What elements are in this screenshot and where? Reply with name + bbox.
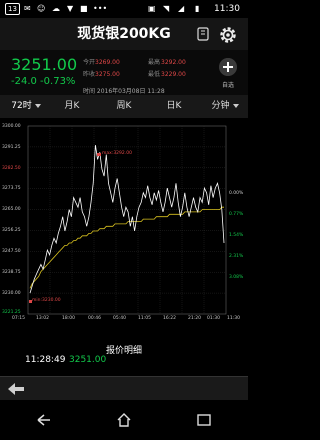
battery-icon: ▮	[195, 4, 200, 13]
title-bar: 现货银200KG	[0, 18, 248, 50]
y-tick: 3247.50	[2, 249, 21, 254]
x-tick: 21:20	[188, 316, 201, 321]
chart-canvas	[27, 125, 227, 315]
open-label: 今开	[83, 59, 96, 66]
detail-time: 11:28:49	[25, 355, 66, 365]
tab-day-k[interactable]: 日K	[156, 95, 192, 118]
nfc-icon: ▣	[148, 4, 156, 13]
y-tick: 3238.75	[2, 270, 21, 275]
open-value: 3269.00	[95, 59, 120, 66]
tab-week-k[interactable]: 周K	[106, 95, 142, 118]
x-tick: 00:46	[88, 316, 101, 321]
more-icon: •••	[93, 4, 108, 13]
y-tick: 3291.25	[2, 145, 21, 150]
high-label: 最高	[148, 59, 161, 66]
price-line	[29, 145, 225, 294]
weather-icon: ☁	[52, 4, 60, 13]
gear-icon[interactable]	[218, 25, 238, 45]
y-right-tick: 0.00%	[229, 191, 244, 196]
y-right-tick: 2.31%	[229, 254, 244, 259]
email-icon: ✉	[24, 4, 31, 13]
price-chart[interactable]: 3300.00 3291.25 3282.50 3273.75 3265.00 …	[0, 118, 248, 328]
prev-close-label: 昨收	[83, 71, 96, 78]
tab-minute[interactable]: 分钟	[204, 95, 246, 118]
app-icon: ■	[80, 4, 88, 13]
x-tick: 16:22	[163, 316, 176, 321]
wifi-icon: ◥	[163, 4, 170, 13]
y-tick: 3300.00	[2, 124, 21, 129]
x-tick: 13:02	[36, 316, 49, 321]
high-marker-label: max:3292.00	[102, 151, 132, 156]
tab-72h[interactable]: 72时	[4, 95, 48, 118]
tab-label: 分钟	[211, 101, 230, 111]
y-tick: 3230.00	[2, 291, 21, 296]
download-icon: ▼	[67, 4, 74, 13]
detail-price: 3251.00	[69, 355, 107, 365]
add-watchlist-label[interactable]: 自选	[215, 80, 241, 89]
system-nav-bar	[0, 400, 248, 440]
rotate-screen-icon[interactable]	[196, 27, 210, 41]
current-price: 3251.00	[11, 55, 78, 74]
x-tick: 01:30	[207, 316, 220, 321]
nav-recents-icon[interactable]	[196, 413, 212, 427]
y-right-tick: 0.77%	[229, 212, 244, 217]
average-line	[29, 206, 224, 289]
page-title: 现货银200KG	[77, 26, 171, 42]
period-tabs: 72时 月K 周K 日K 分钟	[0, 95, 248, 119]
low-value: 3229.00	[161, 71, 186, 78]
back-arrow-icon[interactable]	[8, 383, 24, 395]
bottom-bar	[0, 376, 248, 401]
chevron-down-icon	[34, 103, 41, 108]
x-tick: 18:00	[62, 316, 75, 321]
nav-back-icon[interactable]	[36, 413, 52, 427]
chat-icon: ☺	[37, 4, 46, 13]
y-right-tick: 1.54%	[229, 233, 244, 238]
high-marker-dot	[97, 153, 101, 156]
status-bar: 13 ✉ ☺ ☁ ▼ ■ ••• ▣ ◥ ◢ ▮ 11:30	[0, 0, 248, 18]
add-icon[interactable]	[219, 58, 237, 76]
chevron-down-icon	[232, 103, 239, 108]
x-tick: 07:15	[12, 316, 25, 321]
notification-badge: 13	[5, 3, 20, 15]
low-marker-label: min:3230.00	[32, 298, 61, 303]
high-value: 3292.00	[161, 59, 186, 66]
tab-label: 72时	[11, 101, 32, 111]
x-tick: 11:30	[227, 316, 240, 321]
tab-month-k[interactable]: 月K	[54, 95, 90, 118]
clock: 11:30	[214, 4, 240, 14]
x-tick: 11:05	[138, 316, 151, 321]
x-tick: 05:40	[113, 316, 126, 321]
prev-close-value: 3275.00	[95, 71, 120, 78]
y-tick: 3256.25	[2, 228, 21, 233]
quote-time: 时间 2016年03月08日 11:28	[83, 88, 165, 95]
price-change: -24.0 -0.73%	[11, 76, 76, 87]
y-tick: 3273.75	[2, 186, 21, 191]
quote-panel: 3251.00 -24.0 -0.73% 今开 3269.00 最高 3292.…	[0, 50, 248, 95]
low-label: 最低	[148, 71, 161, 78]
y-tick: 3265.00	[2, 207, 21, 212]
y-right-tick: 3.08%	[229, 275, 244, 280]
y-tick: 3282.50	[2, 166, 21, 171]
nav-home-icon[interactable]	[116, 412, 132, 428]
signal-icon: ◢	[178, 4, 185, 13]
